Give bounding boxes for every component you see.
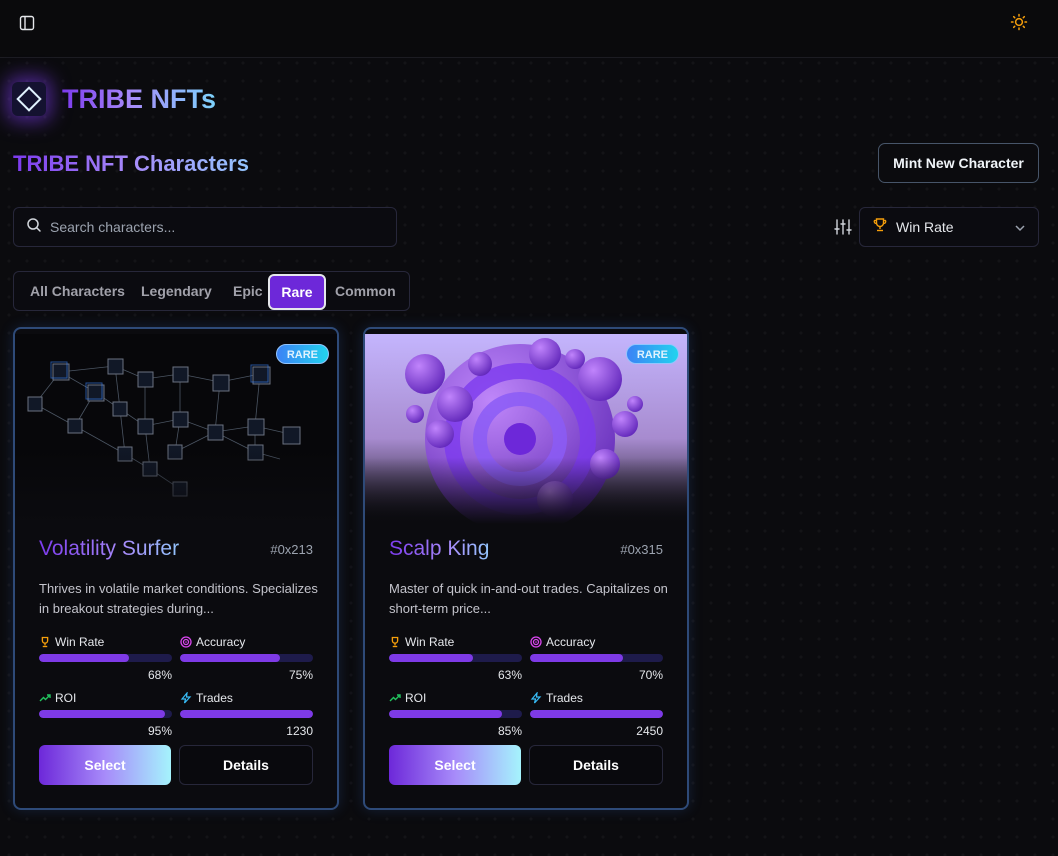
trophy-icon bbox=[391, 636, 399, 648]
stat-label: Win Rate bbox=[405, 635, 455, 649]
progress-fill bbox=[180, 710, 313, 718]
progress-bar bbox=[389, 654, 522, 662]
select-button[interactable]: Select bbox=[39, 745, 171, 785]
stat-accuracy: Accuracy 70% bbox=[530, 635, 663, 682]
character-card[interactable]: RARE Volatility Surfer #0x213 Thrives in… bbox=[13, 327, 339, 810]
rarity-badge: RARE bbox=[275, 344, 329, 364]
tab-rare[interactable]: Rare bbox=[268, 274, 326, 310]
target-icon bbox=[530, 636, 542, 648]
progress-fill bbox=[39, 654, 130, 662]
rarity-tabs: All Characters Legendary Epic Rare Commo… bbox=[13, 271, 410, 311]
progress-bar bbox=[530, 710, 663, 718]
progress-bar bbox=[180, 710, 313, 718]
rarity-badge: RARE bbox=[625, 344, 679, 364]
progress-bar bbox=[180, 654, 313, 662]
brand-name: TRIBE NFTs bbox=[62, 83, 216, 114]
sun-icon[interactable] bbox=[1008, 11, 1030, 33]
progress-fill bbox=[180, 654, 280, 662]
tab-legendary[interactable]: Legendary bbox=[141, 272, 212, 310]
character-name: Volatility Surfer bbox=[39, 537, 180, 560]
stat-value: 63% bbox=[497, 668, 522, 682]
trending-up-icon bbox=[39, 694, 51, 702]
stat-label: ROI bbox=[405, 691, 427, 705]
stat-label: ROI bbox=[55, 691, 77, 705]
diamond-logo-icon bbox=[12, 82, 46, 116]
stat-value: 70% bbox=[638, 668, 663, 682]
sort-selected-value: Win Rate bbox=[896, 219, 954, 235]
progress-fill bbox=[530, 654, 624, 662]
target-icon bbox=[180, 636, 192, 648]
stat-value: 75% bbox=[288, 668, 313, 682]
stat-label: Win Rate bbox=[55, 635, 105, 649]
stat-value: 1230 bbox=[286, 724, 313, 738]
stat-accuracy: Accuracy 75% bbox=[180, 635, 313, 682]
progress-fill bbox=[389, 710, 503, 718]
search-icon bbox=[26, 217, 42, 238]
tab-common[interactable]: Common bbox=[335, 272, 396, 310]
stat-trades: Trades 1230 bbox=[180, 691, 313, 738]
trophy-icon bbox=[41, 636, 49, 648]
character-description: Master of quick in-and-out trades. Capit… bbox=[389, 581, 668, 616]
trophy-icon bbox=[872, 217, 888, 238]
stat-value: 85% bbox=[497, 724, 522, 738]
brand-logo[interactable]: TRIBE NFTs bbox=[12, 82, 216, 116]
stat-win-rate: Win Rate 63% bbox=[389, 635, 522, 682]
mint-new-character-button[interactable]: Mint New Character bbox=[878, 143, 1039, 183]
stat-label: Trades bbox=[546, 691, 583, 705]
tab-all-characters[interactable]: All Characters bbox=[30, 272, 125, 310]
filter-sliders-icon[interactable] bbox=[834, 218, 852, 236]
progress-bar bbox=[39, 710, 172, 718]
stat-label: Accuracy bbox=[546, 635, 596, 649]
progress-fill bbox=[389, 654, 473, 662]
character-card[interactable]: RARE Scalp King #0x315 Master of quick i… bbox=[363, 327, 689, 810]
progress-fill bbox=[39, 710, 166, 718]
trending-up-icon bbox=[389, 694, 401, 702]
sort-select[interactable]: Win Rate bbox=[859, 207, 1039, 247]
stat-label: Accuracy bbox=[196, 635, 246, 649]
stat-trades: Trades 2450 bbox=[530, 691, 663, 738]
stat-value: 68% bbox=[147, 668, 172, 682]
tab-epic[interactable]: Epic bbox=[233, 272, 263, 310]
sidebar-toggle-icon[interactable] bbox=[16, 12, 38, 34]
character-description: Thrives in volatile market conditions. S… bbox=[39, 581, 318, 616]
details-button[interactable]: Details bbox=[179, 745, 313, 785]
stat-roi: ROI 85% bbox=[389, 691, 522, 738]
search-input[interactable] bbox=[50, 219, 370, 235]
stat-value: 2450 bbox=[636, 724, 663, 738]
character-id: #0x315 bbox=[620, 542, 663, 557]
stat-roi: ROI 95% bbox=[39, 691, 172, 738]
lightning-icon bbox=[530, 692, 542, 704]
stat-label: Trades bbox=[196, 691, 233, 705]
search-box[interactable] bbox=[13, 207, 397, 247]
details-button[interactable]: Details bbox=[529, 745, 663, 785]
top-bar bbox=[0, 0, 1058, 58]
chevron-down-icon bbox=[1014, 221, 1026, 239]
page-title: TRIBE NFT Characters bbox=[13, 151, 249, 176]
lightning-icon bbox=[180, 692, 192, 704]
progress-bar bbox=[39, 654, 172, 662]
character-id: #0x213 bbox=[270, 542, 313, 557]
progress-bar bbox=[530, 654, 663, 662]
select-button[interactable]: Select bbox=[389, 745, 521, 785]
progress-bar bbox=[389, 710, 522, 718]
stat-value: 95% bbox=[147, 724, 172, 738]
character-name: Scalp King bbox=[389, 537, 490, 560]
stat-win-rate: Win Rate 68% bbox=[39, 635, 172, 682]
progress-fill bbox=[530, 710, 663, 718]
